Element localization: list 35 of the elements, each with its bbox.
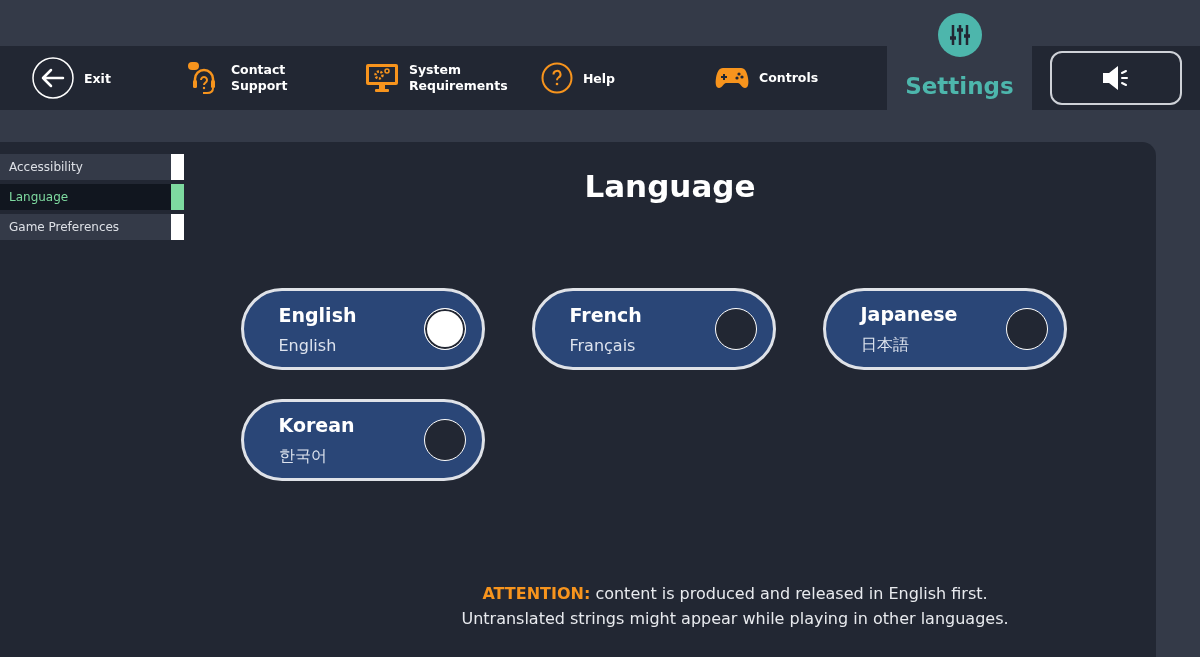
language-option[interactable]: French Français <box>531 288 776 370</box>
sliders-icon <box>937 13 982 57</box>
radio-button[interactable] <box>1005 308 1048 350</box>
help-icon <box>540 62 573 94</box>
nav-button[interactable]: Contact Support <box>186 61 295 95</box>
language-name: French <box>569 303 643 326</box>
sound-button[interactable] <box>1050 51 1182 105</box>
language-native-name: 한국어 <box>278 445 328 467</box>
language-native-name: 日本語 <box>860 334 910 356</box>
monitor-gear-icon <box>364 63 399 93</box>
gamepad-icon <box>715 66 750 90</box>
language-name: Japanese <box>860 302 959 325</box>
speaker-icon <box>1101 65 1131 91</box>
nav-button[interactable]: Help <box>540 62 616 94</box>
nav-button[interactable]: System Requirements <box>364 62 521 94</box>
sidebar-item[interactable]: Language <box>0 184 184 210</box>
attention-label: ATTENTION: <box>482 583 591 605</box>
radio-button[interactable] <box>423 308 466 350</box>
page-title: Language <box>584 168 756 204</box>
radio-button[interactable] <box>714 308 757 350</box>
language-option[interactable]: English English <box>240 288 485 370</box>
sidebar-item[interactable]: Game Preferences <box>0 214 184 240</box>
settings-tab[interactable]: Settings <box>887 0 1032 110</box>
notice-text: content is produced and released in English first. <box>595 583 988 605</box>
nav-button[interactable]: Exit <box>32 57 111 99</box>
language-name: English <box>278 303 358 326</box>
language-name: Korean <box>278 413 356 436</box>
radio-button[interactable] <box>423 419 466 461</box>
language-option[interactable]: Japanese 日本語 <box>822 288 1067 370</box>
sidebar-item[interactable]: Accessibility <box>0 154 184 180</box>
language-option[interactable]: Korean 한국어 <box>240 399 485 481</box>
language-native-name: English <box>278 335 338 355</box>
nav-button[interactable]: Controls <box>715 66 872 90</box>
notice-text: Untranslated strings might appear while playing in other languages. <box>461 608 1009 630</box>
language-native-name: Français <box>569 335 637 355</box>
